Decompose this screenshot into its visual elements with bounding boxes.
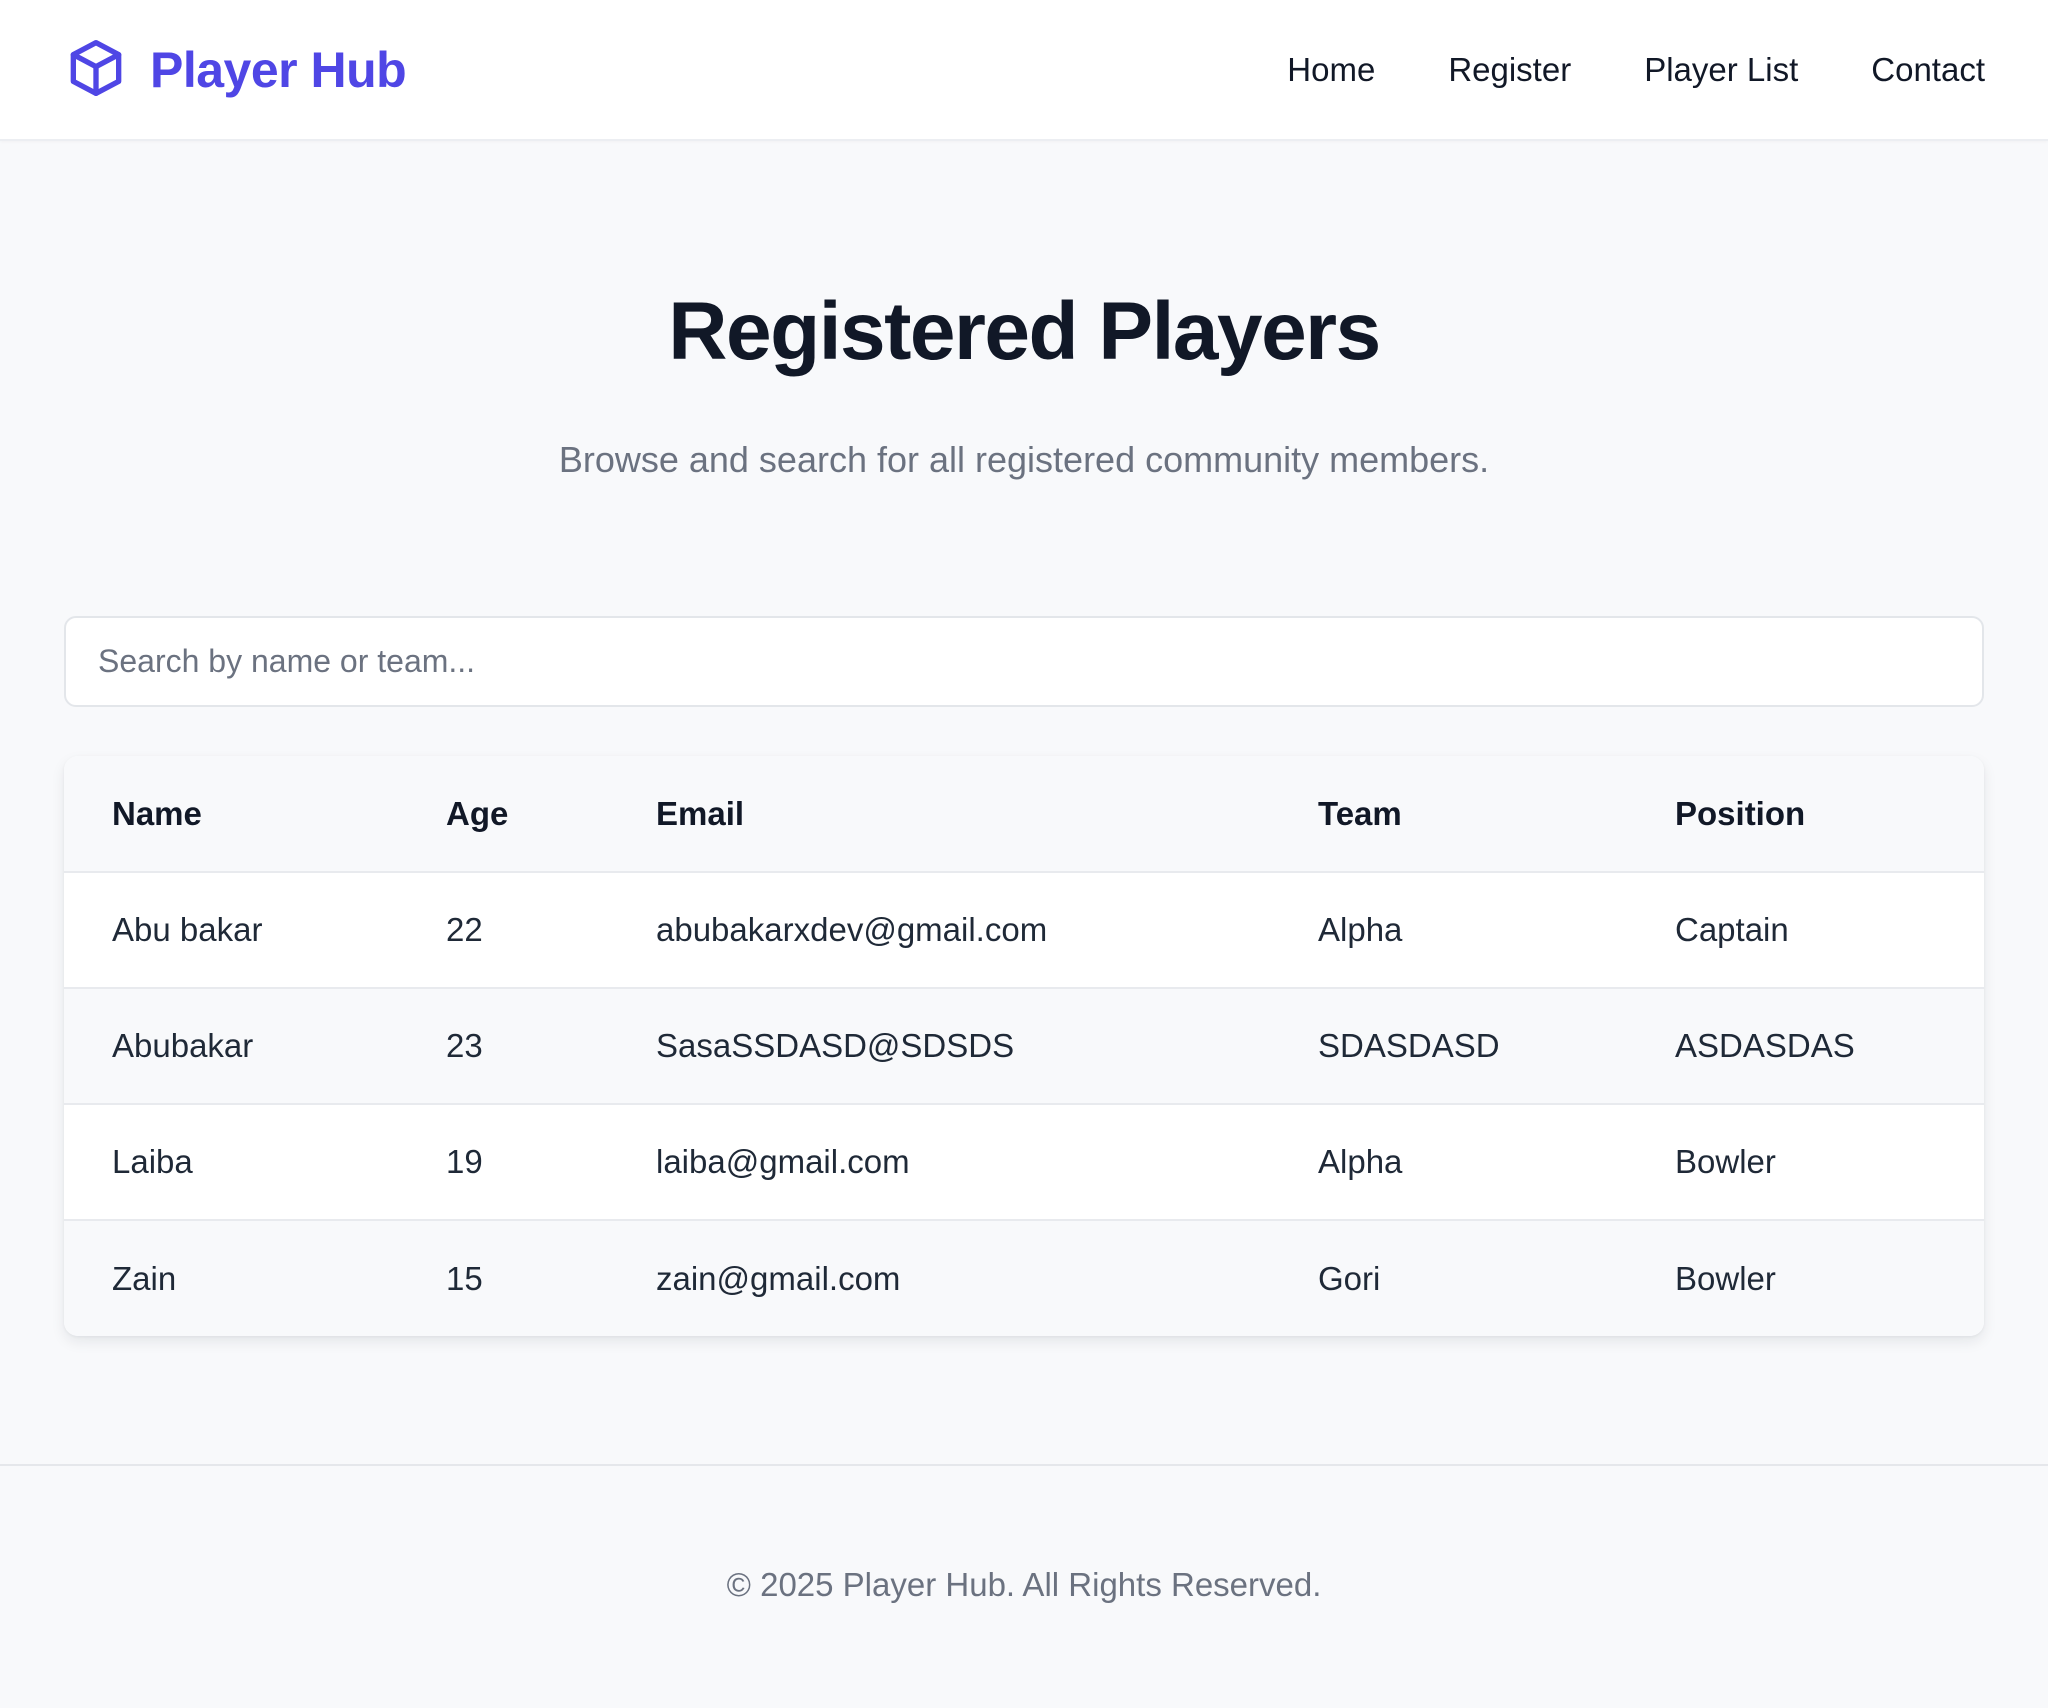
cell-name: Abubakar: [64, 987, 398, 1104]
cell-age: 23: [398, 987, 608, 1104]
column-header-age: Age: [398, 756, 608, 873]
main-nav: Home Register Player List Contact: [1287, 48, 1985, 92]
column-header-name: Name: [64, 756, 398, 873]
nav-register[interactable]: Register: [1448, 51, 1571, 89]
brand-name: Player Hub: [150, 42, 407, 98]
cell-team: Alpha: [1318, 911, 1403, 948]
cell-position: Bowler: [1627, 1219, 1984, 1336]
cell-team: SDASDASD: [1270, 987, 1627, 1104]
cell-age: 15: [398, 1219, 608, 1336]
nav-player-list[interactable]: Player List: [1644, 51, 1798, 89]
page-subtitle: Browse and search for all registered com…: [558, 439, 1490, 480]
table-header: Name Age Email Team Position: [64, 756, 1984, 873]
table-row: Abubakar 23 SasaSSDASD@SDSDS SDASDASD AS…: [64, 987, 1984, 1104]
cell-position: Captain: [1675, 911, 1789, 948]
nav-contact[interactable]: Contact: [1871, 51, 1985, 89]
footer: © 2025 Player Hub. All Rights Reserved.: [0, 1464, 2048, 1708]
column-header-email: Email: [608, 756, 1270, 873]
copyright-text: © 2025 Player Hub. All Rights Reserved.: [726, 1566, 1322, 1603]
nav-home[interactable]: Home: [1287, 51, 1375, 89]
cell-team: Alpha: [1270, 1103, 1627, 1220]
players-table: Name Age Email Team Position Abu bakar 2…: [64, 756, 1984, 1336]
brand-link[interactable]: Player Hub: [64, 36, 407, 105]
cell-email: laiba@gmail.com: [608, 1103, 1270, 1220]
table-row: Laiba 19 laiba@gmail.com Alpha Bowler: [64, 1103, 1984, 1220]
table-row: Abu bakar 22 abubakarxdev@gmail.com Alph…: [64, 872, 1984, 988]
column-header-position: Position: [1627, 756, 1984, 873]
page-title: Registered Players: [668, 286, 1381, 377]
cell-email: SasaSSDASD@SDSDS: [608, 987, 1270, 1104]
cell-email: zain@gmail.com: [608, 1219, 1270, 1336]
cell-name: Abu bakar: [112, 911, 263, 948]
cell-age: 22: [446, 911, 483, 948]
cell-name: Zain: [64, 1219, 398, 1336]
column-header-team: Team: [1270, 756, 1627, 873]
cell-position: ASDASDAS: [1627, 987, 1984, 1104]
search-input[interactable]: [64, 616, 1984, 707]
table-body: Abu bakar 22 abubakarxdev@gmail.com Alph…: [64, 872, 1984, 1336]
cell-email: abubakarxdev@gmail.com: [656, 911, 1048, 948]
cell-team: Gori: [1270, 1219, 1627, 1336]
cube-icon: [64, 36, 128, 105]
cell-position: Bowler: [1627, 1103, 1984, 1220]
cell-name: Laiba: [64, 1103, 398, 1220]
navbar: Player Hub Home Register Player List Con…: [0, 0, 2048, 141]
table-header-row: Name Age Email Team Position: [64, 756, 1984, 873]
table-row: Zain 15 zain@gmail.com Gori Bowler: [64, 1219, 1984, 1336]
players-table-card: Name Age Email Team Position Abu bakar 2…: [64, 756, 1984, 1336]
cell-age: 19: [398, 1103, 608, 1220]
